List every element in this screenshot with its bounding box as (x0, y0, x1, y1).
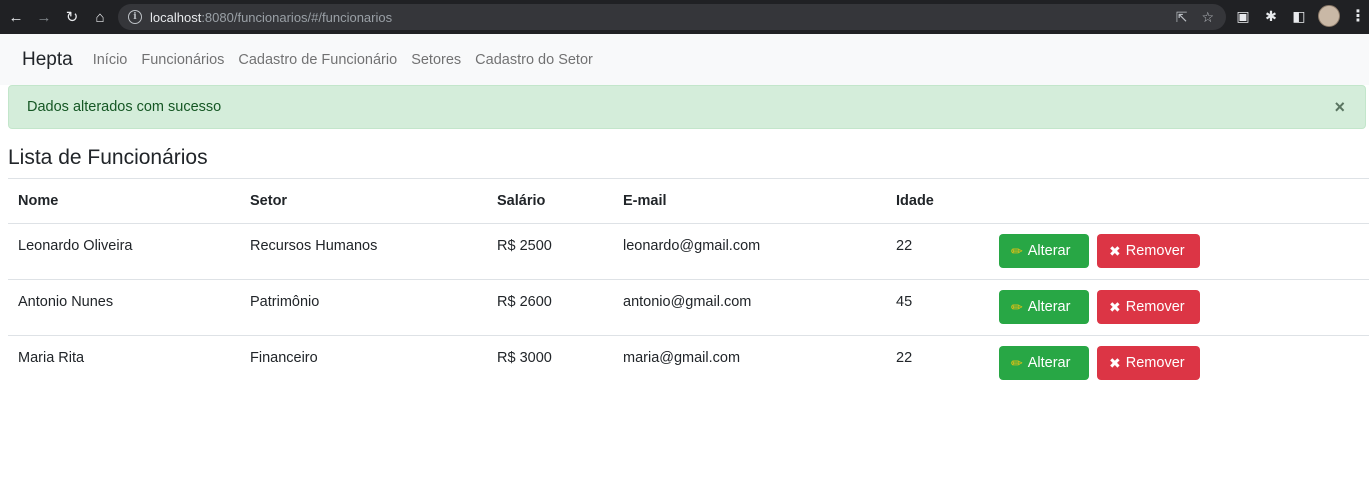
employees-table: Nome Setor Salário E-mail Idade Leonardo… (8, 178, 1369, 392)
table-row: Antonio Nunes Patrimônio R$ 2600 antonio… (8, 279, 1369, 336)
url-text[interactable]: localhost:8080/funcionarios/#/funcionari… (150, 10, 392, 25)
cell-idade: 22 (886, 335, 989, 392)
column-header-nome: Nome (8, 178, 240, 224)
cell-setor: Financeiro (240, 335, 487, 392)
cell-email: leonardo@gmail.com (623, 238, 761, 254)
star-icon[interactable]: ☆ (1201, 9, 1214, 26)
remover-label: Remover (1125, 355, 1185, 371)
success-alert: Dados alterados com sucesso × (8, 85, 1366, 129)
cell-nome: Maria Rita (8, 335, 240, 392)
menu-icon[interactable]: ⋮ (1350, 6, 1366, 26)
cell-actions: ✏ Alterar ✖ Remover (989, 335, 1369, 392)
remover-label: Remover (1125, 243, 1185, 259)
x-icon: ✖ (1109, 242, 1121, 259)
extension-icon[interactable]: ▣ (1234, 7, 1252, 25)
page-title: Lista de Funcionários (8, 146, 208, 169)
cell-email: antonio@gmail.com (613, 279, 886, 336)
pencil-icon: ✏ (1011, 354, 1023, 371)
navbar-brand[interactable]: Hepta (22, 49, 73, 71)
home-icon[interactable]: ⌂ (86, 3, 114, 31)
share-icon[interactable]: ⇱ (1176, 9, 1188, 26)
nav-link-inicio[interactable]: Início (93, 52, 128, 68)
cell-actions: ✏ Alterar ✖ Remover (989, 279, 1369, 336)
remover-button[interactable]: ✖ Remover (1097, 290, 1201, 324)
pencil-icon: ✏ (1011, 242, 1023, 259)
alterar-button[interactable]: ✏ Alterar (999, 346, 1089, 380)
info-icon[interactable]: i (128, 10, 142, 24)
table-row: Leonardo Oliveira Recursos Humanos R$ 25… (8, 224, 1369, 280)
column-header-salario: Salário (487, 178, 613, 224)
puzzle-icon[interactable]: ✱ (1262, 7, 1280, 25)
alert-message: Dados alterados com sucesso (27, 99, 222, 115)
cell-salario: R$ 2600 (487, 279, 613, 336)
profile-avatar[interactable] (1318, 5, 1340, 27)
pencil-icon: ✏ (1011, 298, 1023, 315)
alterar-button[interactable]: ✏ Alterar (999, 234, 1089, 268)
browser-toolbar: ← → ↻ ⌂ i localhost:8080/funcionarios/#/… (0, 0, 1369, 34)
column-header-setor: Setor (240, 178, 487, 224)
alterar-label: Alterar (1027, 355, 1071, 371)
alterar-label: Alterar (1027, 299, 1071, 315)
close-icon[interactable]: × (1334, 98, 1345, 116)
alterar-button[interactable]: ✏ Alterar (999, 290, 1089, 324)
cell-nome: Antonio Nunes (8, 279, 240, 336)
cell-actions: ✏ Alterar ✖ Remover (989, 224, 1369, 280)
nav-link-cadastro-setor[interactable]: Cadastro do Setor (475, 52, 593, 68)
cell-nome: Leonardo Oliveira (18, 238, 133, 254)
address-bar[interactable]: i localhost:8080/funcionarios/#/funciona… (118, 4, 1226, 30)
column-header-idade: Idade (886, 178, 989, 224)
nav-link-cadastro-funcionario[interactable]: Cadastro de Funcionário (238, 52, 397, 68)
cell-salario: R$ 3000 (487, 335, 613, 392)
remover-button[interactable]: ✖ Remover (1097, 346, 1201, 380)
navbar: Hepta Início Funcionários Cadastro de Fu… (0, 34, 1369, 85)
sidebar-icon[interactable]: ◧ (1290, 7, 1308, 25)
table-header-row: Nome Setor Salário E-mail Idade (8, 178, 1369, 224)
cell-salario: R$ 2500 (497, 238, 552, 254)
cell-email: maria@gmail.com (613, 335, 886, 392)
cell-idade: 22 (896, 238, 913, 254)
x-icon: ✖ (1109, 298, 1121, 315)
cell-setor: Recursos Humanos (250, 238, 378, 254)
remover-button[interactable]: ✖ Remover (1097, 234, 1201, 268)
column-header-actions (989, 178, 1369, 224)
back-icon[interactable]: ← (2, 3, 30, 31)
table-row: Maria Rita Financeiro R$ 3000 maria@gmai… (8, 335, 1369, 392)
alterar-label: Alterar (1027, 243, 1071, 259)
x-icon: ✖ (1109, 354, 1121, 371)
cell-idade: 45 (886, 279, 989, 336)
remover-label: Remover (1125, 299, 1185, 315)
column-header-email: E-mail (613, 178, 886, 224)
forward-icon[interactable]: → (30, 3, 58, 31)
nav-link-setores[interactable]: Setores (411, 52, 461, 68)
cell-setor: Patrimônio (240, 279, 487, 336)
nav-link-funcionarios[interactable]: Funcionários (141, 52, 224, 68)
reload-icon[interactable]: ↻ (58, 3, 86, 31)
